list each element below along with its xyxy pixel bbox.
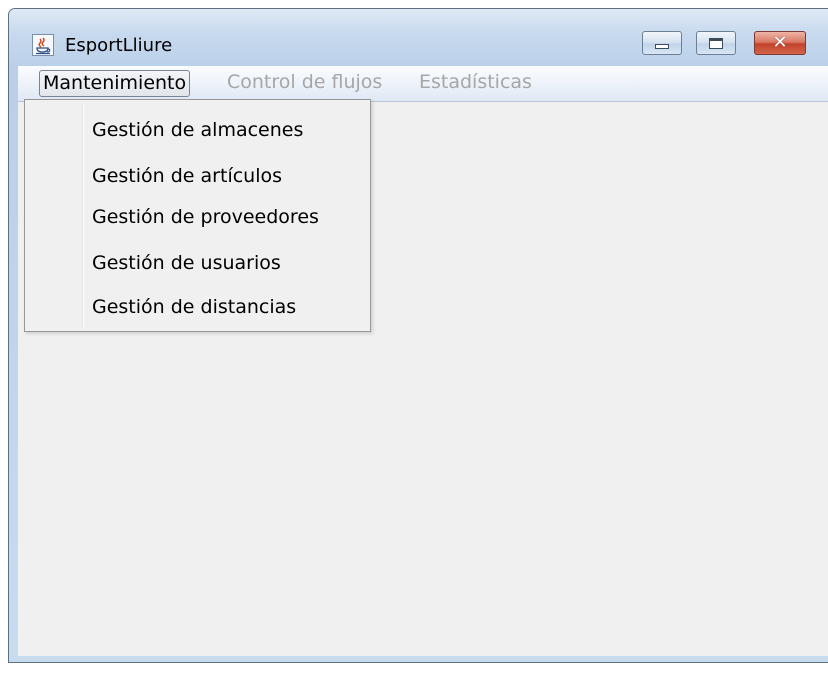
- title-bar[interactable]: EsportLliure ✕: [9, 9, 828, 65]
- menu-estadisticas[interactable]: Estadísticas: [416, 70, 535, 97]
- menu-icon-gutter-divider: [82, 103, 84, 328]
- menu-control-de-flujos[interactable]: Control de flujos: [224, 70, 385, 97]
- window-title: EsportLliure: [65, 35, 173, 56]
- mantenimiento-dropdown: Gestión de almacenes Gestión de artículo…: [24, 99, 371, 332]
- menu-item-gestion-proveedores[interactable]: Gestión de proveedores: [92, 202, 319, 232]
- minimize-button[interactable]: [642, 31, 682, 55]
- menu-item-gestion-distancias[interactable]: Gestión de distancias: [92, 292, 296, 322]
- menu-mantenimiento[interactable]: Mantenimiento: [39, 70, 191, 97]
- close-icon: ✕: [772, 32, 788, 53]
- menu-item-gestion-usuarios[interactable]: Gestión de usuarios: [92, 248, 281, 278]
- maximize-button[interactable]: [696, 31, 736, 55]
- maximize-icon: [709, 37, 723, 49]
- java-cup-icon[interactable]: [32, 34, 54, 56]
- menu-bar: Mantenimiento Control de flujos Estadíst…: [18, 66, 828, 102]
- minimize-icon: [655, 43, 669, 49]
- close-button[interactable]: ✕: [754, 31, 806, 55]
- menu-item-gestion-articulos[interactable]: Gestión de artículos: [92, 161, 282, 191]
- menu-item-gestion-almacenes[interactable]: Gestión de almacenes: [92, 115, 303, 145]
